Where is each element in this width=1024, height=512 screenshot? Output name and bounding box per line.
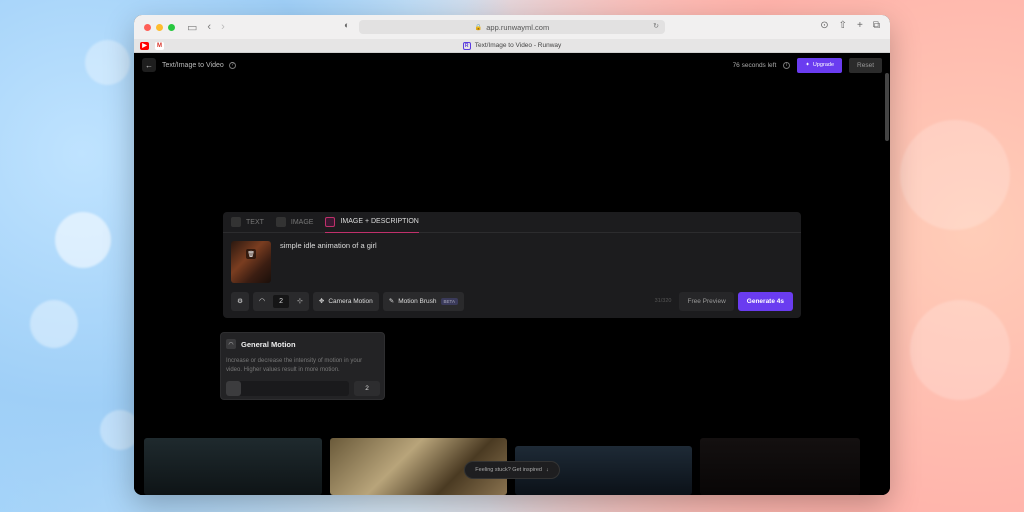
background-bokeh <box>30 300 78 348</box>
time-left-text: 76 seconds left <box>732 61 777 69</box>
sparkle-icon: ✦ <box>805 62 810 68</box>
reload-icon[interactable]: ↻ <box>653 22 659 30</box>
free-preview-button[interactable]: Free Preview <box>679 291 734 311</box>
browser-window: ▭ ‹ › ◐ 🔒 app.runwayml.com ↻ ⊙ ⇧ + ⧉ ▶ M… <box>134 15 890 495</box>
brush-icon: ✎ <box>388 298 395 305</box>
back-button[interactable]: ← <box>142 58 156 72</box>
tab-label: TEXT <box>246 218 264 226</box>
reset-button[interactable]: Reset <box>849 57 882 73</box>
generation-panel: TEXT IMAGE IMAGE + DESCRIPTION 🗑 simple … <box>223 212 801 318</box>
trash-icon[interactable]: 🗑 <box>246 249 256 259</box>
tab-text[interactable]: TEXT <box>231 212 264 233</box>
background-bokeh <box>55 212 111 268</box>
text-mode-icon <box>231 217 241 227</box>
uploaded-image-thumbnail[interactable]: 🗑 <box>231 241 271 283</box>
settings-button[interactable]: ⚙ <box>231 291 249 311</box>
popover-title: General Motion <box>241 339 296 349</box>
motion-value: 2 <box>273 294 290 308</box>
upgrade-button[interactable]: ✦ Upgrade <box>797 57 843 73</box>
new-tab-icon[interactable]: + <box>857 20 863 31</box>
arrow-down-icon: ↓ <box>545 467 549 473</box>
scrollbar[interactable] <box>885 73 889 141</box>
sliders-icon: ⚙ <box>237 298 243 305</box>
page-title: Text/Image to Video <box>162 61 224 69</box>
app-area: ← Text/Image to Video ? 76 seconds left … <box>134 53 890 495</box>
background-bokeh <box>910 300 1010 400</box>
browser-titlebar: ▭ ‹ › ◐ 🔒 app.runwayml.com ↻ ⊙ ⇧ + ⧉ <box>134 15 890 39</box>
address-text: app.runwayml.com <box>486 22 550 32</box>
slider-fill <box>226 381 241 396</box>
tab-overview-icon[interactable]: ⧉ <box>873 20 880 31</box>
slider-value[interactable]: 2 <box>354 381 380 396</box>
sidebar-icon[interactable]: ▭ <box>187 21 197 34</box>
tab-label: IMAGE + DESCRIPTION <box>340 218 419 225</box>
lock-icon: 🔒 <box>474 24 483 31</box>
tab-image[interactable]: IMAGE <box>275 212 314 233</box>
background-bokeh <box>85 40 130 85</box>
browser-tab-title: Text/Image to Video - Runway <box>474 42 562 49</box>
generate-button[interactable]: Generate 4s <box>737 291 793 311</box>
tip-label: Feeling stuck? Get inspired <box>475 467 542 473</box>
prompt-input[interactable]: simple idle animation of a girl <box>280 241 377 250</box>
general-motion-popover: ◠ General Motion Increase or decrease th… <box>220 332 385 400</box>
zoom-window-button[interactable] <box>168 23 175 31</box>
camera-motion-button[interactable]: ✥ Camera Motion <box>312 291 379 311</box>
forward-icon[interactable]: › <box>221 21 225 33</box>
motion-gauge-icon: ◠ <box>259 298 266 305</box>
back-icon[interactable]: ‹ <box>207 21 211 33</box>
privacy-shield-icon[interactable]: ◐ <box>344 20 349 30</box>
close-window-button[interactable] <box>144 23 151 31</box>
info-icon[interactable]: ? <box>228 61 236 69</box>
tab-image-description[interactable]: IMAGE + DESCRIPTION <box>325 212 419 233</box>
background-bokeh <box>900 120 1010 230</box>
share-icon[interactable]: ⇧ <box>839 20 847 31</box>
controls-bar: ⚙ ◠ 2 ⊹ ✥ Camera Motion ✎ Motion Brush B… <box>231 291 793 311</box>
image-mode-icon <box>275 217 286 227</box>
arrow-left-icon: ← <box>145 60 153 70</box>
info-icon[interactable]: i <box>783 61 791 69</box>
motion-brush-button[interactable]: ✎ Motion Brush BETA <box>382 291 464 311</box>
app-header: ← Text/Image to Video ? 76 seconds left … <box>142 57 882 73</box>
motion-brush-label: Motion Brush <box>398 297 437 305</box>
mode-tabs: TEXT IMAGE IMAGE + DESCRIPTION <box>223 212 801 233</box>
motion-slider[interactable] <box>226 381 349 396</box>
general-motion-stepper[interactable]: ◠ 2 ⊹ <box>253 291 309 311</box>
beta-badge: BETA <box>440 297 458 305</box>
get-inspired-button[interactable]: Feeling stuck? Get inspired ↓ <box>464 461 560 479</box>
gallery-item[interactable] <box>144 438 322 495</box>
popover-description: Increase or decrease the intensity of mo… <box>226 358 363 373</box>
image-description-mode-icon <box>325 216 336 227</box>
tab-label: IMAGE <box>290 218 314 226</box>
browser-tabbar: ▶ M R Text/Image to Video - Runway <box>134 39 890 53</box>
character-count: 31/320 <box>654 298 672 304</box>
camera-move-icon: ✥ <box>318 298 325 305</box>
gallery-item[interactable] <box>700 438 860 495</box>
minimize-window-button[interactable] <box>156 23 163 31</box>
address-bar[interactable]: 🔒 app.runwayml.com ↻ <box>359 20 665 34</box>
upgrade-label: Upgrade <box>812 62 835 68</box>
window-controls <box>144 23 175 31</box>
browser-tab[interactable]: R Text/Image to Video - Runway <box>134 41 890 50</box>
camera-motion-label: Camera Motion <box>328 297 373 305</box>
motion-gauge-icon: ◠ <box>226 339 236 349</box>
motion-dial-icon: ⊹ <box>297 298 303 305</box>
runway-logo-icon: R <box>462 41 471 50</box>
download-icon[interactable]: ⊙ <box>820 20 828 31</box>
